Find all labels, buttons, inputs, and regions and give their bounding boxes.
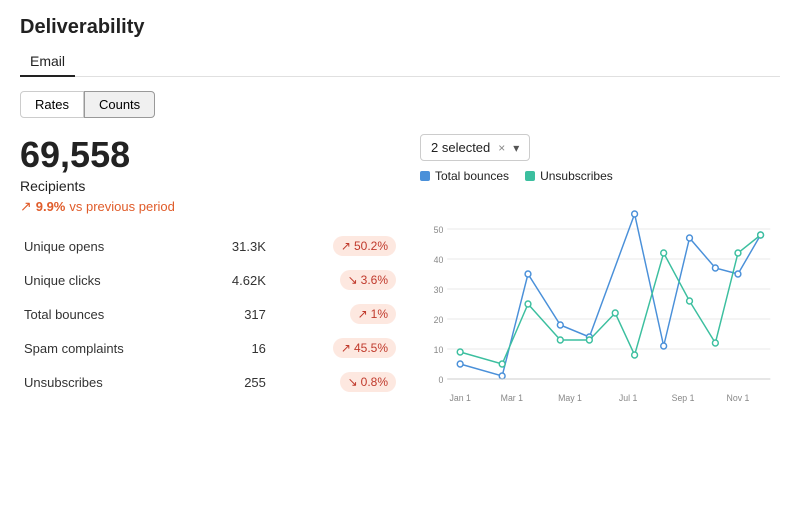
metric-change: ↘ 0.8% [286, 365, 400, 399]
main-metric-trend: ↗ 9.9% vs previous period [20, 198, 400, 215]
page-title: Deliverability [20, 16, 780, 39]
table-row: Unique clicks 4.62K ↘ 3.6% [20, 263, 400, 297]
chart-area: 0 10 20 30 40 50 Jan 1 Mar 1 May 1 Jul 1 Sep 1 Nov … [420, 189, 780, 412]
metric-value: 4.62K [193, 263, 286, 297]
table-row: Unsubscribes 255 ↘ 0.8% [20, 365, 400, 399]
chevron-down-icon[interactable]: ▾ [513, 141, 519, 155]
main-layout: 69,558 Recipients ↗ 9.9% vs previous per… [20, 134, 780, 412]
change-badge: ↘ 3.6% [340, 270, 396, 290]
tab-email[interactable]: Email [20, 47, 75, 77]
svg-text:0: 0 [438, 375, 443, 385]
view-toggle: Rates Counts [20, 91, 780, 118]
selector-clear-button[interactable]: × [498, 141, 505, 155]
metric-label: Total bounces [20, 297, 193, 331]
toggle-counts[interactable]: Counts [84, 91, 155, 118]
svg-text:Jan 1: Jan 1 [449, 393, 470, 403]
metric-change: ↗ 50.2% [286, 229, 400, 263]
svg-text:50: 50 [434, 225, 444, 235]
metric-change: ↘ 3.6% [286, 263, 400, 297]
toggle-rates[interactable]: Rates [20, 91, 84, 118]
series-selector[interactable]: 2 selected × ▾ [420, 134, 530, 161]
metric-change: ↗ 1% [286, 297, 400, 331]
metric-change: ↗ 45.5% [286, 331, 400, 365]
main-metric-label: Recipients [20, 178, 400, 194]
svg-text:20: 20 [434, 315, 444, 325]
selector-label: 2 selected [431, 140, 490, 155]
metric-label: Spam complaints [20, 331, 193, 365]
metric-label: Unique opens [20, 229, 193, 263]
change-arrow-icon: ↗ [358, 307, 368, 321]
change-badge: ↗ 50.2% [333, 236, 396, 256]
metric-value: 317 [193, 297, 286, 331]
change-arrow-icon: ↘ [348, 375, 358, 389]
legend-label: Total bounces [435, 169, 509, 183]
metric-value: 255 [193, 365, 286, 399]
table-row: Spam complaints 16 ↗ 45.5% [20, 331, 400, 365]
trend-arrow-icon: ↗ [20, 198, 32, 215]
change-badge: ↗ 45.5% [333, 338, 396, 358]
metric-value: 31.3K [193, 229, 286, 263]
change-badge: ↗ 1% [350, 304, 396, 324]
svg-text:Jul 1: Jul 1 [619, 393, 638, 403]
page-container: Deliverability Email Rates Counts 69,558… [0, 0, 800, 428]
svg-text:10: 10 [434, 345, 444, 355]
legend-item: Total bounces [420, 169, 509, 183]
legend-color-swatch [525, 171, 535, 181]
svg-text:Mar 1: Mar 1 [501, 393, 523, 403]
change-arrow-icon: ↗ [341, 341, 351, 355]
chart-legend: Total bounces Unsubscribes [420, 169, 780, 183]
trend-label: vs previous period [69, 199, 175, 214]
table-row: Unique opens 31.3K ↗ 50.2% [20, 229, 400, 263]
svg-text:May 1: May 1 [558, 393, 582, 403]
trend-value: 9.9% [36, 199, 66, 214]
line-chart: 0 10 20 30 40 50 Jan 1 Mar 1 May 1 Jul 1 Sep 1 Nov … [420, 189, 780, 409]
table-row: Total bounces 317 ↗ 1% [20, 297, 400, 331]
change-arrow-icon: ↗ [341, 239, 351, 253]
right-panel: 2 selected × ▾ Total bounces Unsubscribes… [420, 134, 780, 412]
svg-text:Nov 1: Nov 1 [727, 393, 750, 403]
metric-label: Unsubscribes [20, 365, 193, 399]
change-badge: ↘ 0.8% [340, 372, 396, 392]
legend-item: Unsubscribes [525, 169, 613, 183]
legend-color-swatch [420, 171, 430, 181]
main-metric-value: 69,558 [20, 134, 400, 176]
svg-text:40: 40 [434, 255, 444, 265]
left-panel: 69,558 Recipients ↗ 9.9% vs previous per… [20, 134, 400, 412]
metric-label: Unique clicks [20, 263, 193, 297]
legend-label: Unsubscribes [540, 169, 613, 183]
tab-bar: Email [20, 47, 780, 77]
metric-value: 16 [193, 331, 286, 365]
svg-text:Sep 1: Sep 1 [672, 393, 695, 403]
metrics-table: Unique opens 31.3K ↗ 50.2% Unique clicks… [20, 229, 400, 399]
svg-text:30: 30 [434, 285, 444, 295]
change-arrow-icon: ↘ [348, 273, 358, 287]
